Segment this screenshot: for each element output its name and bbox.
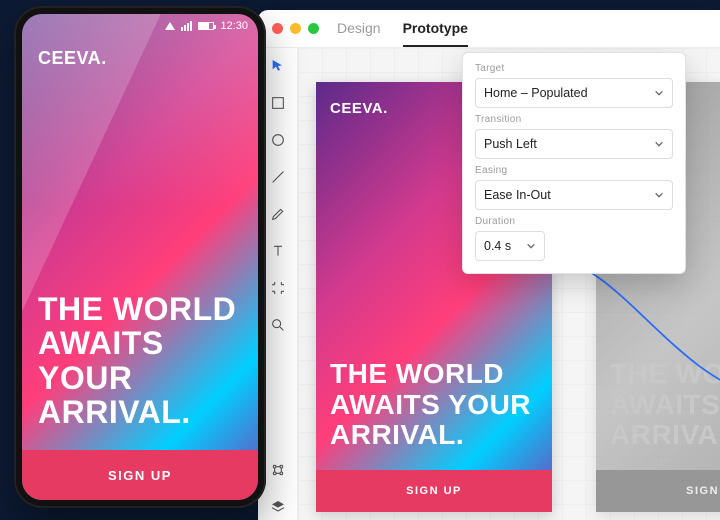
select-tool[interactable] [270, 58, 286, 79]
easing-select[interactable]: Ease In-Out [475, 180, 673, 210]
rectangle-tool[interactable] [270, 95, 286, 116]
cell-bars-icon [181, 21, 192, 31]
title-bar: Design Prototype [258, 10, 720, 48]
assets-icon[interactable] [270, 462, 286, 483]
zoom-icon[interactable] [308, 23, 319, 34]
chevron-down-icon [654, 139, 664, 149]
transition-select[interactable]: Push Left [475, 129, 673, 159]
artboard-tool[interactable] [270, 280, 286, 301]
pen-tool[interactable] [270, 206, 286, 227]
target-label: Target [475, 63, 673, 74]
brand-logo: CEEVA. [38, 48, 107, 69]
artboard2-cta[interactable]: SIGN UP [596, 470, 720, 512]
battery-icon [198, 22, 214, 30]
signup-button[interactable]: SIGN UP [22, 450, 258, 500]
zoom-tool[interactable] [270, 317, 286, 338]
text-tool[interactable] [270, 243, 286, 264]
prototype-wire [554, 254, 720, 404]
chevron-down-icon [526, 241, 536, 251]
traffic-lights[interactable] [272, 23, 319, 34]
ellipse-tool[interactable] [270, 132, 286, 153]
chevron-down-icon [654, 190, 664, 200]
status-time: 12:30 [220, 20, 248, 32]
hero-headline: THE WORLD AWAITS YOUR ARRIVAL. [38, 292, 242, 430]
tab-design[interactable]: Design [337, 10, 381, 47]
phone-screen: 12:30 CEEVA. THE WORLD AWAITS YOUR ARRIV… [22, 14, 258, 500]
signal-icon [165, 22, 175, 30]
mode-tabs: Design Prototype [337, 10, 468, 47]
duration-label: Duration [475, 216, 673, 227]
minimize-icon[interactable] [290, 23, 301, 34]
layers-icon[interactable] [270, 499, 286, 520]
tab-prototype[interactable]: Prototype [403, 10, 468, 47]
canvas[interactable]: CEEVA. THE WORLD AWAITS YOUR ARRIVAL. SI… [298, 48, 720, 520]
interaction-popover: Target Home – Populated Transition Push … [462, 52, 686, 274]
app-window: Design Prototype CEEVA. [258, 10, 720, 520]
artboard-cta[interactable]: SIGN UP [316, 470, 552, 512]
transition-label: Transition [475, 114, 673, 125]
status-bar: 12:30 [22, 14, 258, 38]
easing-label: Easing [475, 165, 673, 176]
target-select[interactable]: Home – Populated [475, 78, 673, 108]
phone-mockup: 12:30 CEEVA. THE WORLD AWAITS YOUR ARRIV… [14, 6, 266, 508]
close-icon[interactable] [272, 23, 283, 34]
artboard-brand: CEEVA. [330, 100, 388, 117]
duration-select[interactable]: 0.4 s [475, 231, 545, 261]
artboard-headline: THE WORLD AWAITS YOUR ARRIVAL. [330, 359, 538, 450]
chevron-down-icon [654, 88, 664, 98]
line-tool[interactable] [270, 169, 286, 190]
